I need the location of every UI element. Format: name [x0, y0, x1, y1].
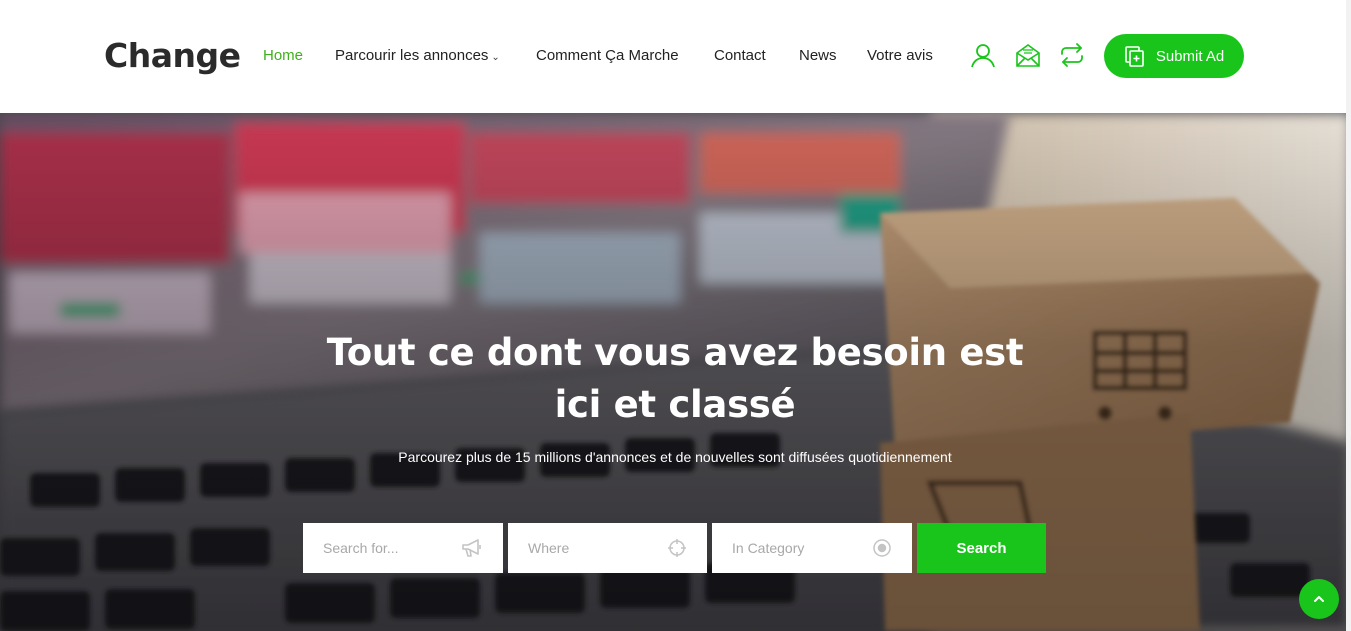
nav-label-feedback: Votre avis [867, 47, 933, 64]
nav-label-how-it-works: Comment Ça Marche [536, 47, 679, 64]
user-icon[interactable] [968, 40, 998, 70]
search-query-input[interactable] [323, 540, 453, 556]
site-logo[interactable]: Change [104, 34, 241, 78]
search-where-input[interactable] [528, 540, 658, 556]
chevron-down-icon: ⌄ [491, 52, 500, 63]
nav-item-news[interactable]: News [799, 44, 837, 68]
search-button[interactable]: Search [917, 523, 1046, 573]
crosshair-icon [668, 539, 686, 557]
scrollbar-track[interactable] [1346, 0, 1351, 631]
radio-target-icon [873, 539, 891, 557]
scroll-to-top-button[interactable] [1299, 579, 1339, 619]
add-document-icon [1125, 46, 1144, 67]
hero-title: Tout ce dont vous avez besoin est ici et… [326, 331, 1024, 426]
submit-ad-label: Submit Ad [1155, 47, 1225, 65]
envelope-icon[interactable] [1013, 40, 1043, 70]
nav-item-browse-listings[interactable]: Parcourir les annonces ⌄ [335, 44, 500, 70]
nav-item-contact[interactable]: Contact [714, 44, 766, 68]
search-where-field[interactable] [508, 523, 707, 573]
site-header: Change Home Parcourir les annonces ⌄ Comm… [0, 0, 1351, 113]
nav-label-contact: Contact [714, 47, 766, 64]
megaphone-icon [462, 539, 481, 557]
submit-ad-button[interactable]: Submit Ad [1104, 34, 1244, 78]
search-category-input[interactable] [732, 540, 862, 556]
nav-label-browse-listings: Parcourir les annonces [335, 47, 489, 64]
nav-label-home: Home [263, 47, 304, 64]
hero-section: Tout ce dont vous avez besoin est ici et… [0, 113, 1351, 631]
nav-item-how-it-works[interactable]: Comment Ça Marche [536, 44, 679, 68]
search-category-field[interactable] [712, 523, 912, 573]
hero-subtitle: Parcourez plus de 15 millions d'annonces… [398, 449, 952, 465]
nav-item-feedback[interactable]: Votre avis [867, 44, 933, 68]
exchange-icon[interactable] [1057, 40, 1087, 70]
nav-label-news: News [799, 47, 837, 64]
nav-item-home[interactable]: Home [263, 44, 303, 68]
search-button-label: Search [956, 539, 1007, 557]
search-query-field[interactable] [303, 523, 503, 573]
chevron-up-icon [1314, 596, 1324, 602]
